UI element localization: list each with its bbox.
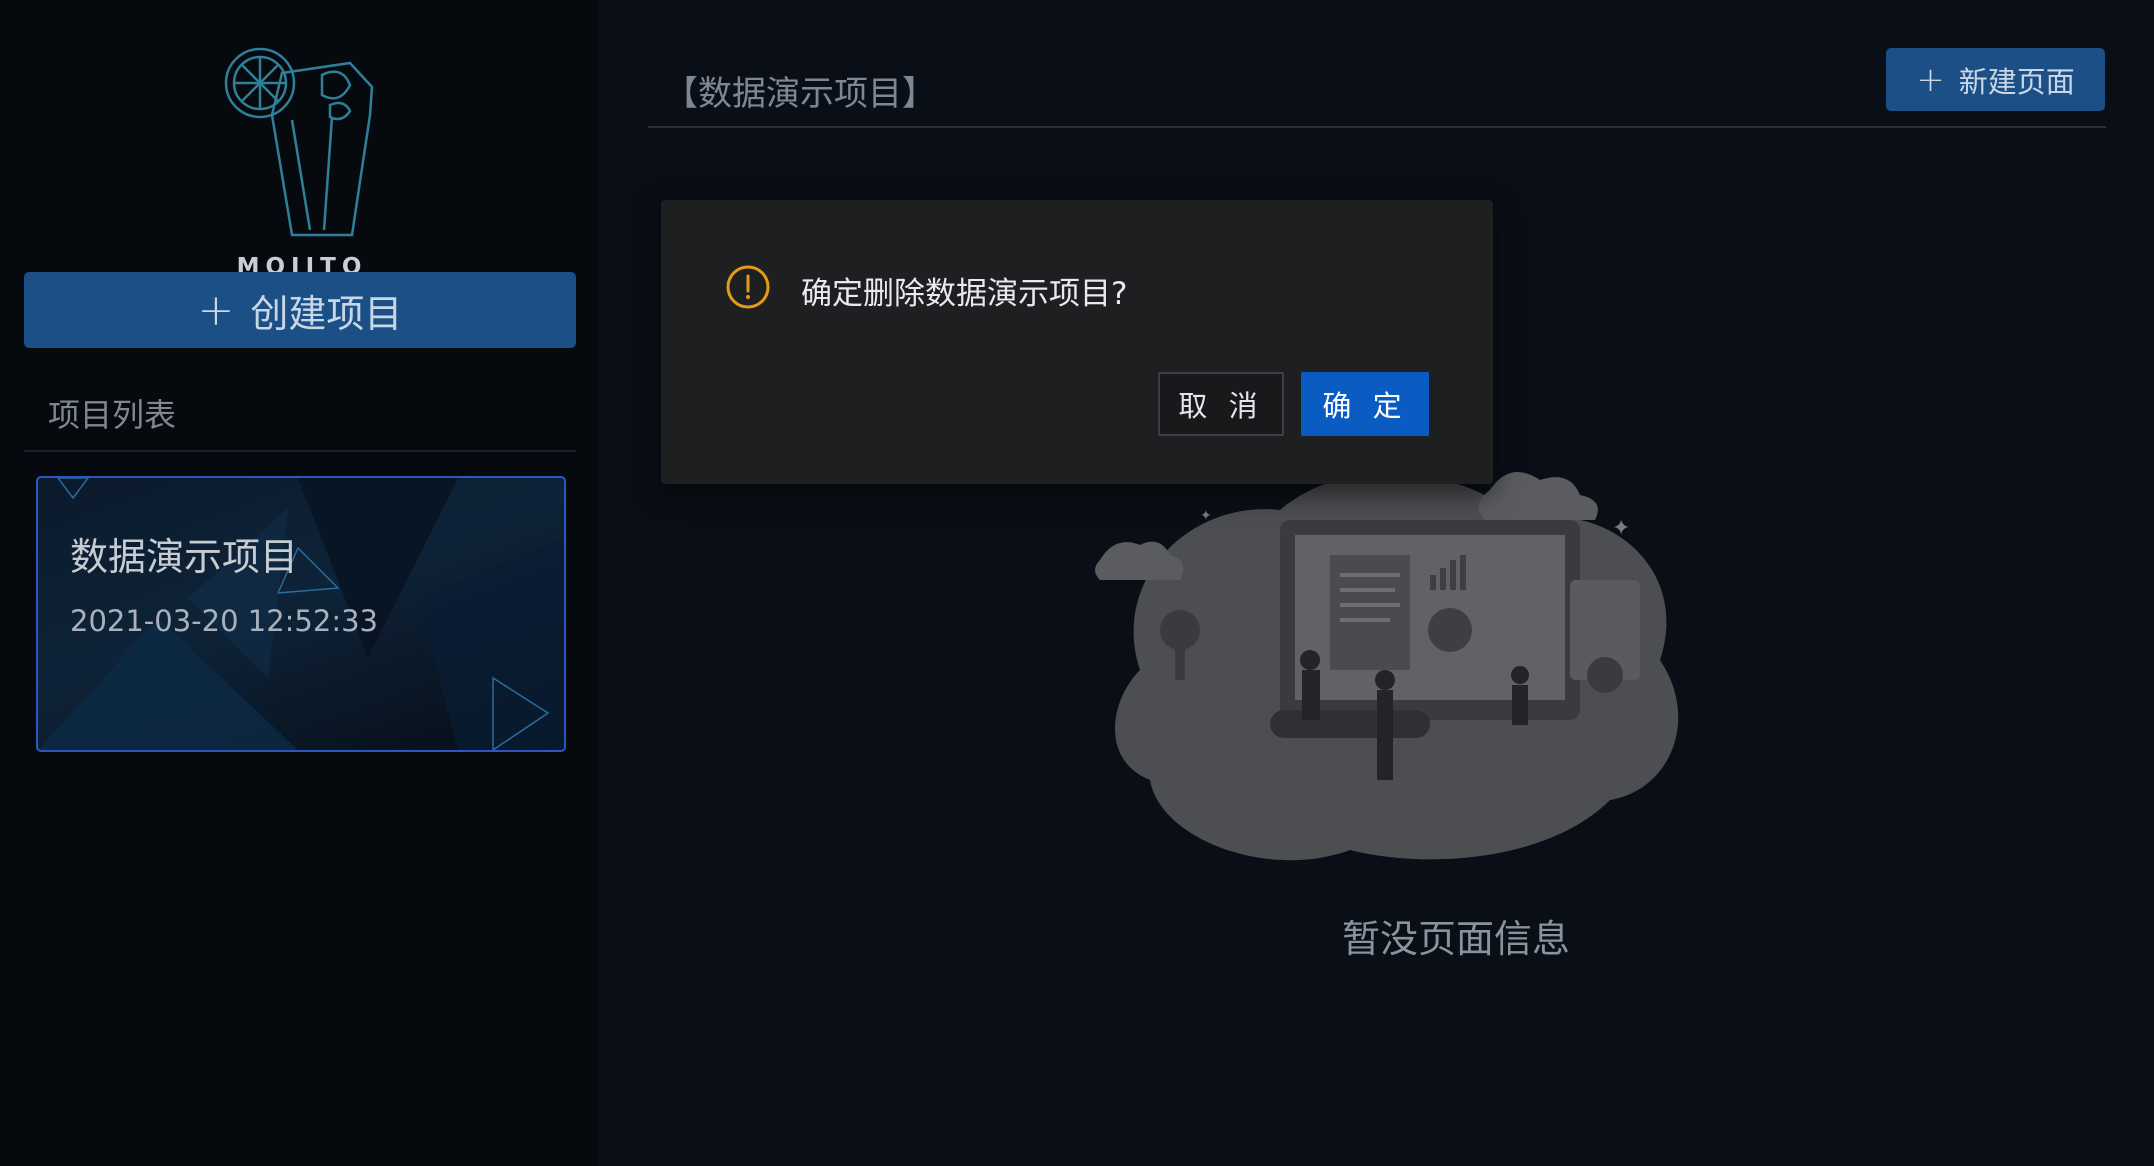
project-card[interactable]: 数据演示项目 2021-03-20 12:52:33 — [36, 476, 566, 752]
empty-state-illustration: ✦ ✦ — [1095, 472, 1679, 861]
main-panel: 【数据演示项目】 + 新建页面 ✦ ✦ 暂没页面信息 — [598, 0, 2154, 1166]
page-title: 【数据演示项目】 — [664, 74, 936, 114]
confirm-delete-dialog: 确定删除数据演示项目? 取 消 确 定 — [661, 200, 1493, 484]
app-root: MOJITO + 创建项目 项目列表 数据演示项目 2021-03-20 12:… — [0, 0, 2154, 1166]
divider — [24, 450, 576, 452]
svg-text:✦: ✦ — [1200, 508, 1212, 524]
project-name: 数据演示项目 — [70, 535, 299, 579]
warning-icon — [726, 265, 770, 309]
project-list-heading: 项目列表 — [48, 396, 177, 434]
mojito-logo — [224, 47, 374, 237]
project-date: 2021-03-20 12:52:33 — [70, 604, 378, 638]
plus-icon: + — [197, 284, 235, 336]
cancel-button[interactable]: 取 消 — [1158, 372, 1284, 436]
confirm-button[interactable]: 确 定 — [1301, 372, 1429, 436]
divider — [648, 126, 2106, 128]
svg-text:✦: ✦ — [1612, 516, 1630, 541]
new-page-label: 新建页面 — [1958, 64, 2075, 99]
plus-icon: + — [1916, 59, 1945, 100]
new-page-button[interactable]: + 新建页面 — [1886, 48, 2105, 111]
create-project-button[interactable]: + 创建项目 — [24, 272, 576, 348]
empty-state-text: 暂没页面信息 — [1341, 917, 1570, 961]
create-project-label: 创建项目 — [250, 291, 403, 336]
dialog-message: 确定删除数据演示项目? — [801, 276, 1128, 312]
sidebar: MOJITO + 创建项目 项目列表 数据演示项目 2021-03-20 12:… — [0, 0, 598, 1166]
